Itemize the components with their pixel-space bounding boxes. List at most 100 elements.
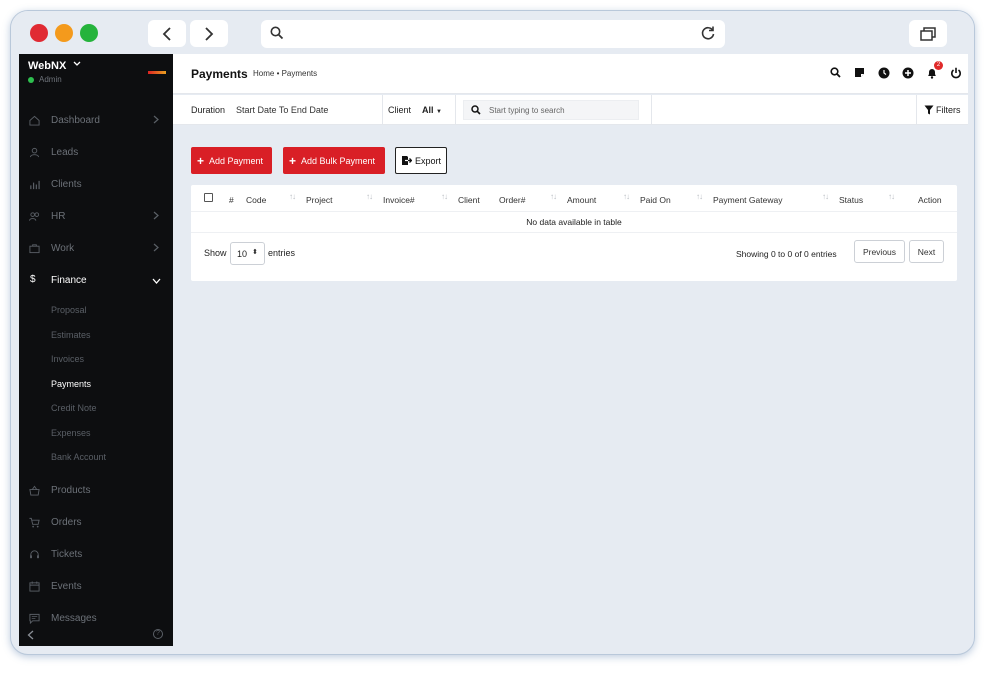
add-bulk-payment-button[interactable]: + Add Bulk Payment [283, 147, 385, 174]
sidebar-item-label: Leads [51, 147, 79, 158]
sidebar-item-label: Orders [51, 517, 82, 528]
cart-icon [29, 517, 40, 528]
sort-icon[interactable]: ↑↓ [696, 192, 703, 201]
add-payment-button[interactable]: + Add Payment [191, 147, 272, 174]
caret-down-icon: ▼ [436, 109, 442, 115]
search-icon[interactable] [829, 66, 842, 79]
forward-button[interactable] [190, 20, 228, 47]
plus-icon: + [197, 153, 205, 168]
role-label: Admin [39, 75, 62, 84]
column-header-index[interactable]: # [229, 195, 234, 205]
sort-icon[interactable]: ↑↓ [888, 192, 895, 201]
breadcrumb[interactable]: Home • Payments [253, 69, 317, 78]
dollar-icon: $ [30, 274, 36, 285]
next-page-button[interactable]: Next [909, 240, 944, 263]
bell-icon[interactable]: 2 [925, 61, 943, 79]
sidebar-subitem-invoices[interactable]: Invoices [51, 354, 84, 364]
basket-icon [29, 485, 40, 496]
sidebar-item-leads[interactable]: Leads [19, 142, 173, 164]
entries-label: entries [268, 248, 296, 258]
chevron-right-icon [153, 115, 159, 124]
sidebar-subitem-bank-account[interactable]: Bank Account [51, 452, 106, 462]
calendar-icon [29, 581, 40, 592]
sidebar-item-label: Work [51, 243, 75, 254]
header-actions: 2 [829, 61, 962, 79]
sidebar-item-label: Tickets [51, 549, 83, 560]
main-content: Payments Home • Payments 2 Duration Star… [173, 54, 968, 646]
client-select[interactable]: All ▼ [422, 105, 442, 115]
previous-page-button[interactable]: Previous [854, 240, 905, 263]
column-header-amount[interactable]: Amount [567, 195, 596, 205]
collapse-sidebar-icon[interactable] [27, 630, 34, 640]
sidebar-item-products[interactable]: Products [19, 480, 173, 502]
sidebar-item-label: HR [51, 211, 66, 222]
clock-icon[interactable] [877, 66, 890, 79]
sort-icon[interactable]: ↑↓ [623, 192, 630, 201]
tabs-icon [920, 26, 936, 41]
column-header-client[interactable]: Client [458, 195, 480, 205]
search-box [463, 100, 639, 120]
back-button[interactable] [148, 20, 186, 47]
close-window-button[interactable] [30, 24, 48, 42]
plus-circle-icon[interactable] [901, 66, 914, 79]
client-label: Client [388, 105, 412, 115]
column-header-project[interactable]: Project [306, 195, 332, 205]
message-icon [29, 613, 40, 624]
tabs-button[interactable] [909, 20, 947, 47]
export-button[interactable]: Export [395, 147, 447, 174]
table-header: # Code ↑↓ Project ↑↓ Invoice# ↑↓ Client … [191, 185, 957, 212]
search-input[interactable] [489, 104, 634, 117]
sidebar-subitem-expenses[interactable]: Expenses [51, 428, 91, 438]
online-status-dot [28, 76, 34, 83]
export-label: Export [415, 155, 442, 166]
date-range-picker[interactable]: Start Date To End Date [236, 105, 328, 115]
sidebar-subitem-payments[interactable]: Payments [51, 379, 91, 389]
sidebar-item-dashboard[interactable]: Dashboard [19, 110, 173, 132]
column-header-paid-on[interactable]: Paid On [640, 195, 671, 205]
notification-badge: 2 [934, 61, 943, 70]
sidebar-item-hr[interactable]: HR [19, 206, 173, 228]
sidebar-item-messages[interactable]: Messages [19, 608, 173, 630]
column-header-code[interactable]: Code [246, 195, 266, 205]
sidebar-item-events[interactable]: Events [19, 576, 173, 598]
maximize-window-button[interactable] [80, 24, 98, 42]
reload-icon[interactable] [700, 25, 716, 41]
page-length-select[interactable]: 10 ⬍ [230, 242, 265, 265]
sidebar-item-clients[interactable]: Clients [19, 174, 173, 196]
select-all-checkbox[interactable] [204, 193, 213, 202]
chevron-down-icon[interactable] [73, 61, 81, 67]
address-bar[interactable] [261, 20, 725, 48]
sort-icon[interactable]: ↑↓ [822, 192, 829, 201]
column-header-order[interactable]: Order# [499, 195, 525, 205]
sidebar-item-work[interactable]: Work [19, 238, 173, 260]
sidebar-subitem-estimates[interactable]: Estimates [51, 330, 91, 340]
sort-icon[interactable]: ↑↓ [550, 192, 557, 201]
user-icon [29, 147, 40, 158]
sidebar-item-orders[interactable]: Orders [19, 512, 173, 534]
power-icon[interactable] [949, 66, 962, 79]
sidebar-item-label: Finance [51, 275, 87, 286]
search-icon [270, 26, 284, 40]
column-header-action: Action [918, 195, 942, 205]
column-header-payment-gateway[interactable]: Payment Gateway [713, 195, 782, 205]
sidebar-item-finance[interactable]: $ Finance [19, 270, 173, 292]
sidebar-item-tickets[interactable]: Tickets [19, 544, 173, 566]
brand-logo [148, 71, 166, 74]
sidebar-subitem-proposal[interactable]: Proposal [51, 305, 87, 315]
filters-button[interactable]: Filters [916, 95, 968, 125]
client-select-value: All [422, 105, 434, 115]
column-header-invoice[interactable]: Invoice# [383, 195, 415, 205]
sidebar-item-label: Clients [51, 179, 82, 190]
brand-name[interactable]: WebNX [28, 60, 66, 72]
export-icon [402, 156, 412, 165]
column-header-status[interactable]: Status [839, 195, 863, 205]
page-header: Payments Home • Payments 2 [173, 54, 968, 94]
page-title: Payments [191, 67, 248, 81]
note-icon[interactable] [853, 66, 866, 79]
sort-icon[interactable]: ↑↓ [289, 192, 296, 201]
sort-icon[interactable]: ↑↓ [441, 192, 448, 201]
sidebar-subitem-credit-note[interactable]: Credit Note [51, 403, 97, 413]
minimize-window-button[interactable] [55, 24, 73, 42]
sort-icon[interactable]: ↑↓ [366, 192, 373, 201]
help-icon[interactable]: ? [153, 629, 163, 639]
